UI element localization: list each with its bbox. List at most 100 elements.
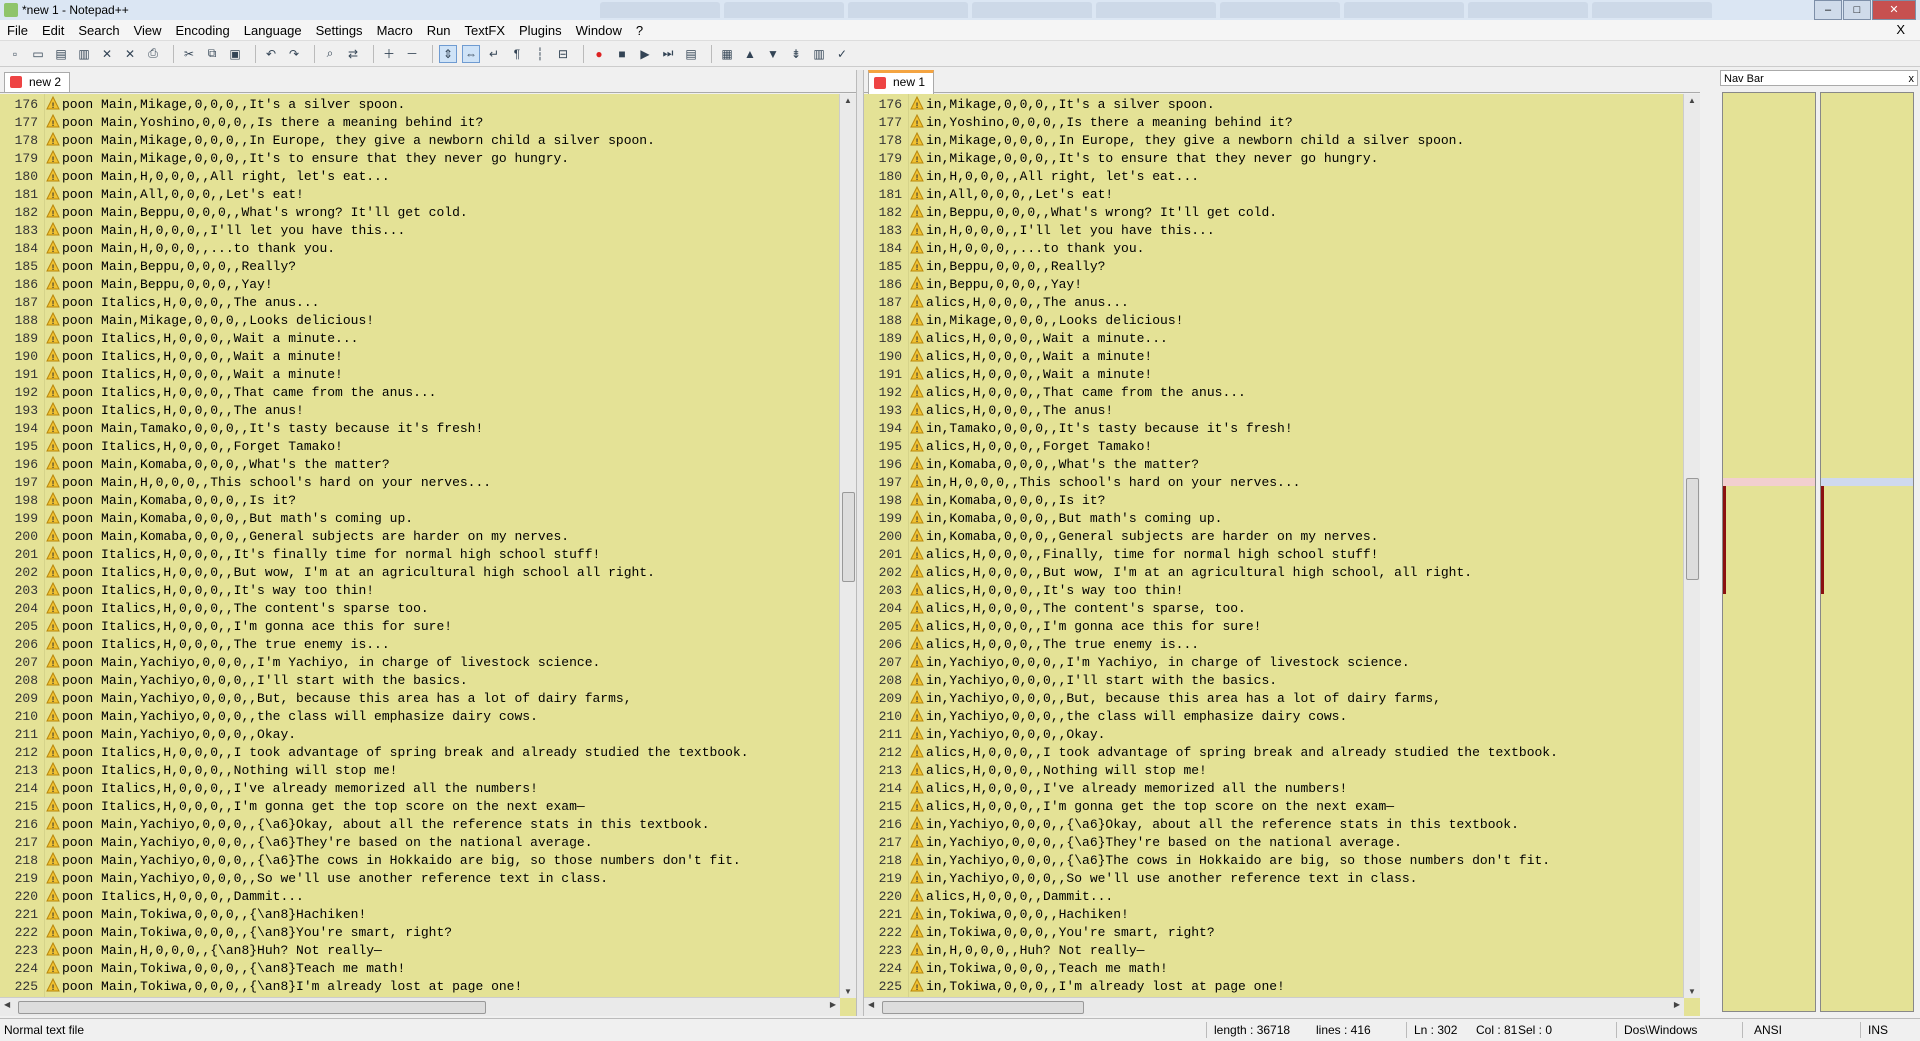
text-line[interactable]: 223! poon Main,H,0,0,0,,{\an8}Huh? Not re… [0,942,840,960]
record-macro-icon[interactable]: ● [590,45,608,63]
show-all-chars-icon[interactable]: ¶ [508,45,526,63]
right-text-area[interactable]: 176! in,Mikage,0,0,0,,It's a silver spoon… [864,94,1700,1016]
cut-icon[interactable]: ✂ [180,45,198,63]
text-line[interactable]: 181! in,All,0,0,0,,Let's eat! [864,186,1684,204]
undo-icon[interactable]: ↶ [262,45,280,63]
maximize-button[interactable]: □ [1843,0,1871,20]
redo-icon[interactable]: ↷ [285,45,303,63]
text-line[interactable]: 178! in,Mikage,0,0,0,,In Europe, they giv… [864,132,1684,150]
text-line[interactable]: 206! poon Italics,H,0,0,0,,The true enemy… [0,636,840,654]
menu-textfx[interactable]: TextFX [458,23,512,38]
text-line[interactable]: 219! in,Yachiyo,0,0,0,,So we'll use anoth… [864,870,1684,888]
text-line[interactable]: 213! poon Italics,H,0,0,0,,Nothing will s… [0,762,840,780]
text-line[interactable]: 210! poon Main,Yachiyo,0,0,0,,the class w… [0,708,840,726]
text-line[interactable]: 194! in,Tamako,0,0,0,,It's tasty because … [864,420,1684,438]
spellcheck-icon[interactable]: ✓ [833,45,851,63]
zoom-in-icon[interactable]: ＋ [380,45,398,63]
scroll-thumb[interactable] [18,1001,486,1014]
scroll-right-icon[interactable]: ▶ [830,1000,836,1009]
text-line[interactable]: 189! alics,H,0,0,0,,Wait a minute... [864,330,1684,348]
text-line[interactable]: 224! in,Tokiwa,0,0,0,,Teach me math! [864,960,1684,978]
nav-viewport-indicator[interactable] [1821,478,1913,486]
nav-bar-right-column[interactable] [1820,92,1914,1012]
text-line[interactable]: 192! poon Italics,H,0,0,0,,That came from… [0,384,840,402]
menu-view[interactable]: View [127,23,169,38]
menu-run[interactable]: Run [420,23,458,38]
copy-icon[interactable]: ⧉ [203,45,221,63]
text-line[interactable]: 204! alics,H,0,0,0,,The content's sparse,… [864,600,1684,618]
prev-diff-icon[interactable]: ▲ [741,45,759,63]
paste-icon[interactable]: ▣ [226,45,244,63]
scroll-up-icon[interactable]: ▲ [1684,96,1700,105]
text-line[interactable]: 225! poon Main,Tokiwa,0,0,0,,{\an8}I'm al… [0,978,840,996]
menu-plugins[interactable]: Plugins [512,23,569,38]
text-line[interactable]: 176! in,Mikage,0,0,0,,It's a silver spoon… [864,96,1684,114]
text-line[interactable]: 208! in,Yachiyo,0,0,0,,I'll start with th… [864,672,1684,690]
text-line[interactable]: 201! poon Italics,H,0,0,0,,It's finally t… [0,546,840,564]
scroll-left-icon[interactable]: ◀ [868,1000,874,1009]
save-macro-icon[interactable]: ▤ [682,45,700,63]
left-text-area[interactable]: 176! poon Main,Mikage,0,0,0,,It's a silve… [0,94,856,1016]
text-line[interactable]: 218! in,Yachiyo,0,0,0,,{\a6}The cows in H… [864,852,1684,870]
text-line[interactable]: 214! poon Italics,H,0,0,0,,I've already m… [0,780,840,798]
text-line[interactable]: 194! poon Main,Tamako,0,0,0,,It's tasty b… [0,420,840,438]
text-line[interactable]: 207! poon Main,Yachiyo,0,0,0,,I'm Yachiyo… [0,654,840,672]
text-line[interactable]: 190! alics,H,0,0,0,,Wait a minute! [864,348,1684,366]
text-line[interactable]: 211! poon Main,Yachiyo,0,0,0,,Okay. [0,726,840,744]
text-line[interactable]: 193! alics,H,0,0,0,,The anus! [864,402,1684,420]
text-line[interactable]: 184! in,H,0,0,0,,...to thank you. [864,240,1684,258]
last-diff-icon[interactable]: ⇟ [787,45,805,63]
text-line[interactable]: 186! in,Beppu,0,0,0,,Yay! [864,276,1684,294]
text-line[interactable]: 216! poon Main,Yachiyo,0,0,0,,{\a6}Okay, … [0,816,840,834]
scroll-thumb[interactable] [1686,478,1699,580]
text-line[interactable]: 198! poon Main,Komaba,0,0,0,,Is it? [0,492,840,510]
text-line[interactable]: 183! poon Main,H,0,0,0,,I'll let you have… [0,222,840,240]
text-line[interactable]: 192! alics,H,0,0,0,,That came from the an… [864,384,1684,402]
text-line[interactable]: 216! in,Yachiyo,0,0,0,,{\a6}Okay, about a… [864,816,1684,834]
text-line[interactable]: 199! poon Main,Komaba,0,0,0,,But math's c… [0,510,840,528]
text-line[interactable]: 222! in,Tokiwa,0,0,0,,You're smart, right… [864,924,1684,942]
menu-help[interactable]: ? [629,23,650,38]
text-line[interactable]: 202! poon Italics,H,0,0,0,,But wow, I'm a… [0,564,840,582]
open-file-icon[interactable]: ▭ [29,45,47,63]
text-line[interactable]: 197! in,H,0,0,0,,This school's hard on yo… [864,474,1684,492]
indent-guide-icon[interactable]: ┆ [531,45,549,63]
text-line[interactable]: 197! poon Main,H,0,0,0,,This school's har… [0,474,840,492]
text-line[interactable]: 182! poon Main,Beppu,0,0,0,,What's wrong?… [0,204,840,222]
text-line[interactable]: 224! poon Main,Tokiwa,0,0,0,,{\an8}Teach … [0,960,840,978]
text-line[interactable]: 204! poon Italics,H,0,0,0,,The content's … [0,600,840,618]
right-vertical-scrollbar[interactable]: ▲ ▼ [1683,94,1700,998]
scroll-right-icon[interactable]: ▶ [1674,1000,1680,1009]
text-line[interactable]: 220! poon Italics,H,0,0,0,,Dammit... [0,888,840,906]
text-line[interactable]: 212! alics,H,0,0,0,,I took advantage of s… [864,744,1684,762]
text-line[interactable]: 217! poon Main,Yachiyo,0,0,0,,{\a6}They'r… [0,834,840,852]
scroll-down-icon[interactable]: ▼ [1684,987,1700,996]
text-line[interactable]: 195! poon Italics,H,0,0,0,,Forget Tamako! [0,438,840,456]
left-vertical-scrollbar[interactable]: ▲ ▼ [839,94,856,998]
text-line[interactable]: 221! poon Main,Tokiwa,0,0,0,,{\an8}Hachik… [0,906,840,924]
text-line[interactable]: 184! poon Main,H,0,0,0,,...to thank you. [0,240,840,258]
close-icon[interactable]: ✕ [98,45,116,63]
menu-edit[interactable]: Edit [35,23,71,38]
nav-bar-close-button[interactable]: x [1909,71,1915,87]
text-line[interactable]: 222! poon Main,Tokiwa,0,0,0,,{\an8}You're… [0,924,840,942]
text-line[interactable]: 179! poon Main,Mikage,0,0,0,,It's to ensu… [0,150,840,168]
text-line[interactable]: 209! in,Yachiyo,0,0,0,,But, because this … [864,690,1684,708]
menu-search[interactable]: Search [71,23,126,38]
text-line[interactable]: 183! in,H,0,0,0,,I'll let you have this..… [864,222,1684,240]
sync-vertical-icon[interactable]: ⇕ [439,44,457,63]
text-line[interactable]: 215! alics,H,0,0,0,,I'm gonna get the top… [864,798,1684,816]
text-line[interactable]: 185! in,Beppu,0,0,0,,Really? [864,258,1684,276]
text-line[interactable]: 223! in,H,0,0,0,,Huh? Not really— [864,942,1684,960]
run-macro-multiple-icon[interactable]: ⏭ [659,45,677,63]
text-line[interactable]: 193! poon Italics,H,0,0,0,,The anus! [0,402,840,420]
tab-new-1[interactable]: new 1 [868,70,935,94]
text-line[interactable]: 182! in,Beppu,0,0,0,,What's wrong? It'll … [864,204,1684,222]
save-icon[interactable]: ▤ [52,45,70,63]
print-icon[interactable]: ⎙ [144,45,162,63]
word-wrap-icon[interactable]: ↵ [485,45,503,63]
text-line[interactable]: 176! poon Main,Mikage,0,0,0,,It's a silve… [0,96,840,114]
text-line[interactable]: 180! in,H,0,0,0,,All right, let's eat... [864,168,1684,186]
text-line[interactable]: 206! alics,H,0,0,0,,The true enemy is... [864,636,1684,654]
text-line[interactable]: 221! in,Tokiwa,0,0,0,,Hachiken! [864,906,1684,924]
